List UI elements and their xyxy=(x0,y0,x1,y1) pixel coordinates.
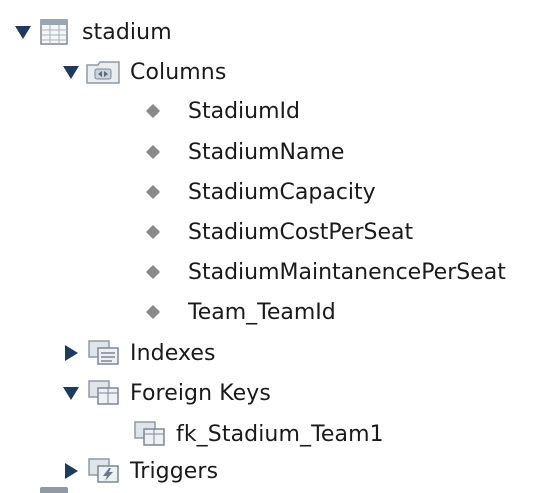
foreign-key-icon xyxy=(134,421,166,447)
foreign-keys-icon xyxy=(88,380,120,406)
column-marker-icon xyxy=(145,304,161,320)
tree-node-foreign-keys[interactable]: Foreign Keys xyxy=(62,373,271,413)
collapse-arrow-icon[interactable] xyxy=(62,462,80,480)
column-name: StadiumCapacity xyxy=(188,179,376,205)
table-icon xyxy=(40,19,68,45)
expand-arrow-icon[interactable] xyxy=(62,63,80,81)
tree-node-triggers[interactable]: Triggers xyxy=(62,451,218,491)
column-marker-icon xyxy=(145,103,161,119)
column-item[interactable]: StadiumMaintanencePerSeat xyxy=(145,252,506,292)
foreign-key-name: fk_Stadium_Team1 xyxy=(176,421,384,447)
foreign-key-item[interactable]: fk_Stadium_Team1 xyxy=(134,414,384,454)
collapse-arrow-icon[interactable] xyxy=(62,344,80,362)
tree-node-columns[interactable]: Columns xyxy=(62,52,226,92)
table-name: stadium xyxy=(82,19,172,45)
expand-arrow-icon[interactable] xyxy=(62,384,80,402)
schema-tree: stadium Columns StadiumId StadiumName St… xyxy=(0,0,550,493)
column-name: StadiumName xyxy=(188,139,345,165)
group-label-foreign-keys: Foreign Keys xyxy=(130,380,271,406)
expand-arrow-icon[interactable] xyxy=(14,23,32,41)
group-label-indexes: Indexes xyxy=(130,340,216,366)
group-label-columns: Columns xyxy=(130,59,227,85)
indexes-icon xyxy=(88,340,120,366)
column-name: StadiumCostPerSeat xyxy=(188,219,414,245)
folder-columns-icon xyxy=(86,60,120,84)
tree-node-table[interactable]: stadium xyxy=(14,12,172,52)
partial-node-icon xyxy=(40,487,68,493)
column-name: StadiumMaintanencePerSeat xyxy=(188,259,506,285)
column-item[interactable]: Team_TeamId xyxy=(145,292,336,332)
column-item[interactable]: StadiumId xyxy=(145,91,300,131)
column-marker-icon xyxy=(145,224,161,240)
column-item[interactable]: StadiumName xyxy=(145,132,345,172)
column-marker-icon xyxy=(145,184,161,200)
triggers-icon xyxy=(88,458,120,484)
tree-node-indexes[interactable]: Indexes xyxy=(62,333,216,373)
group-label-triggers: Triggers xyxy=(130,458,219,484)
column-marker-icon xyxy=(145,264,161,280)
column-marker-icon xyxy=(145,144,161,160)
column-item[interactable]: StadiumCapacity xyxy=(145,172,376,212)
column-name: StadiumId xyxy=(188,98,300,124)
column-item[interactable]: StadiumCostPerSeat xyxy=(145,212,414,252)
column-name: Team_TeamId xyxy=(188,299,336,325)
